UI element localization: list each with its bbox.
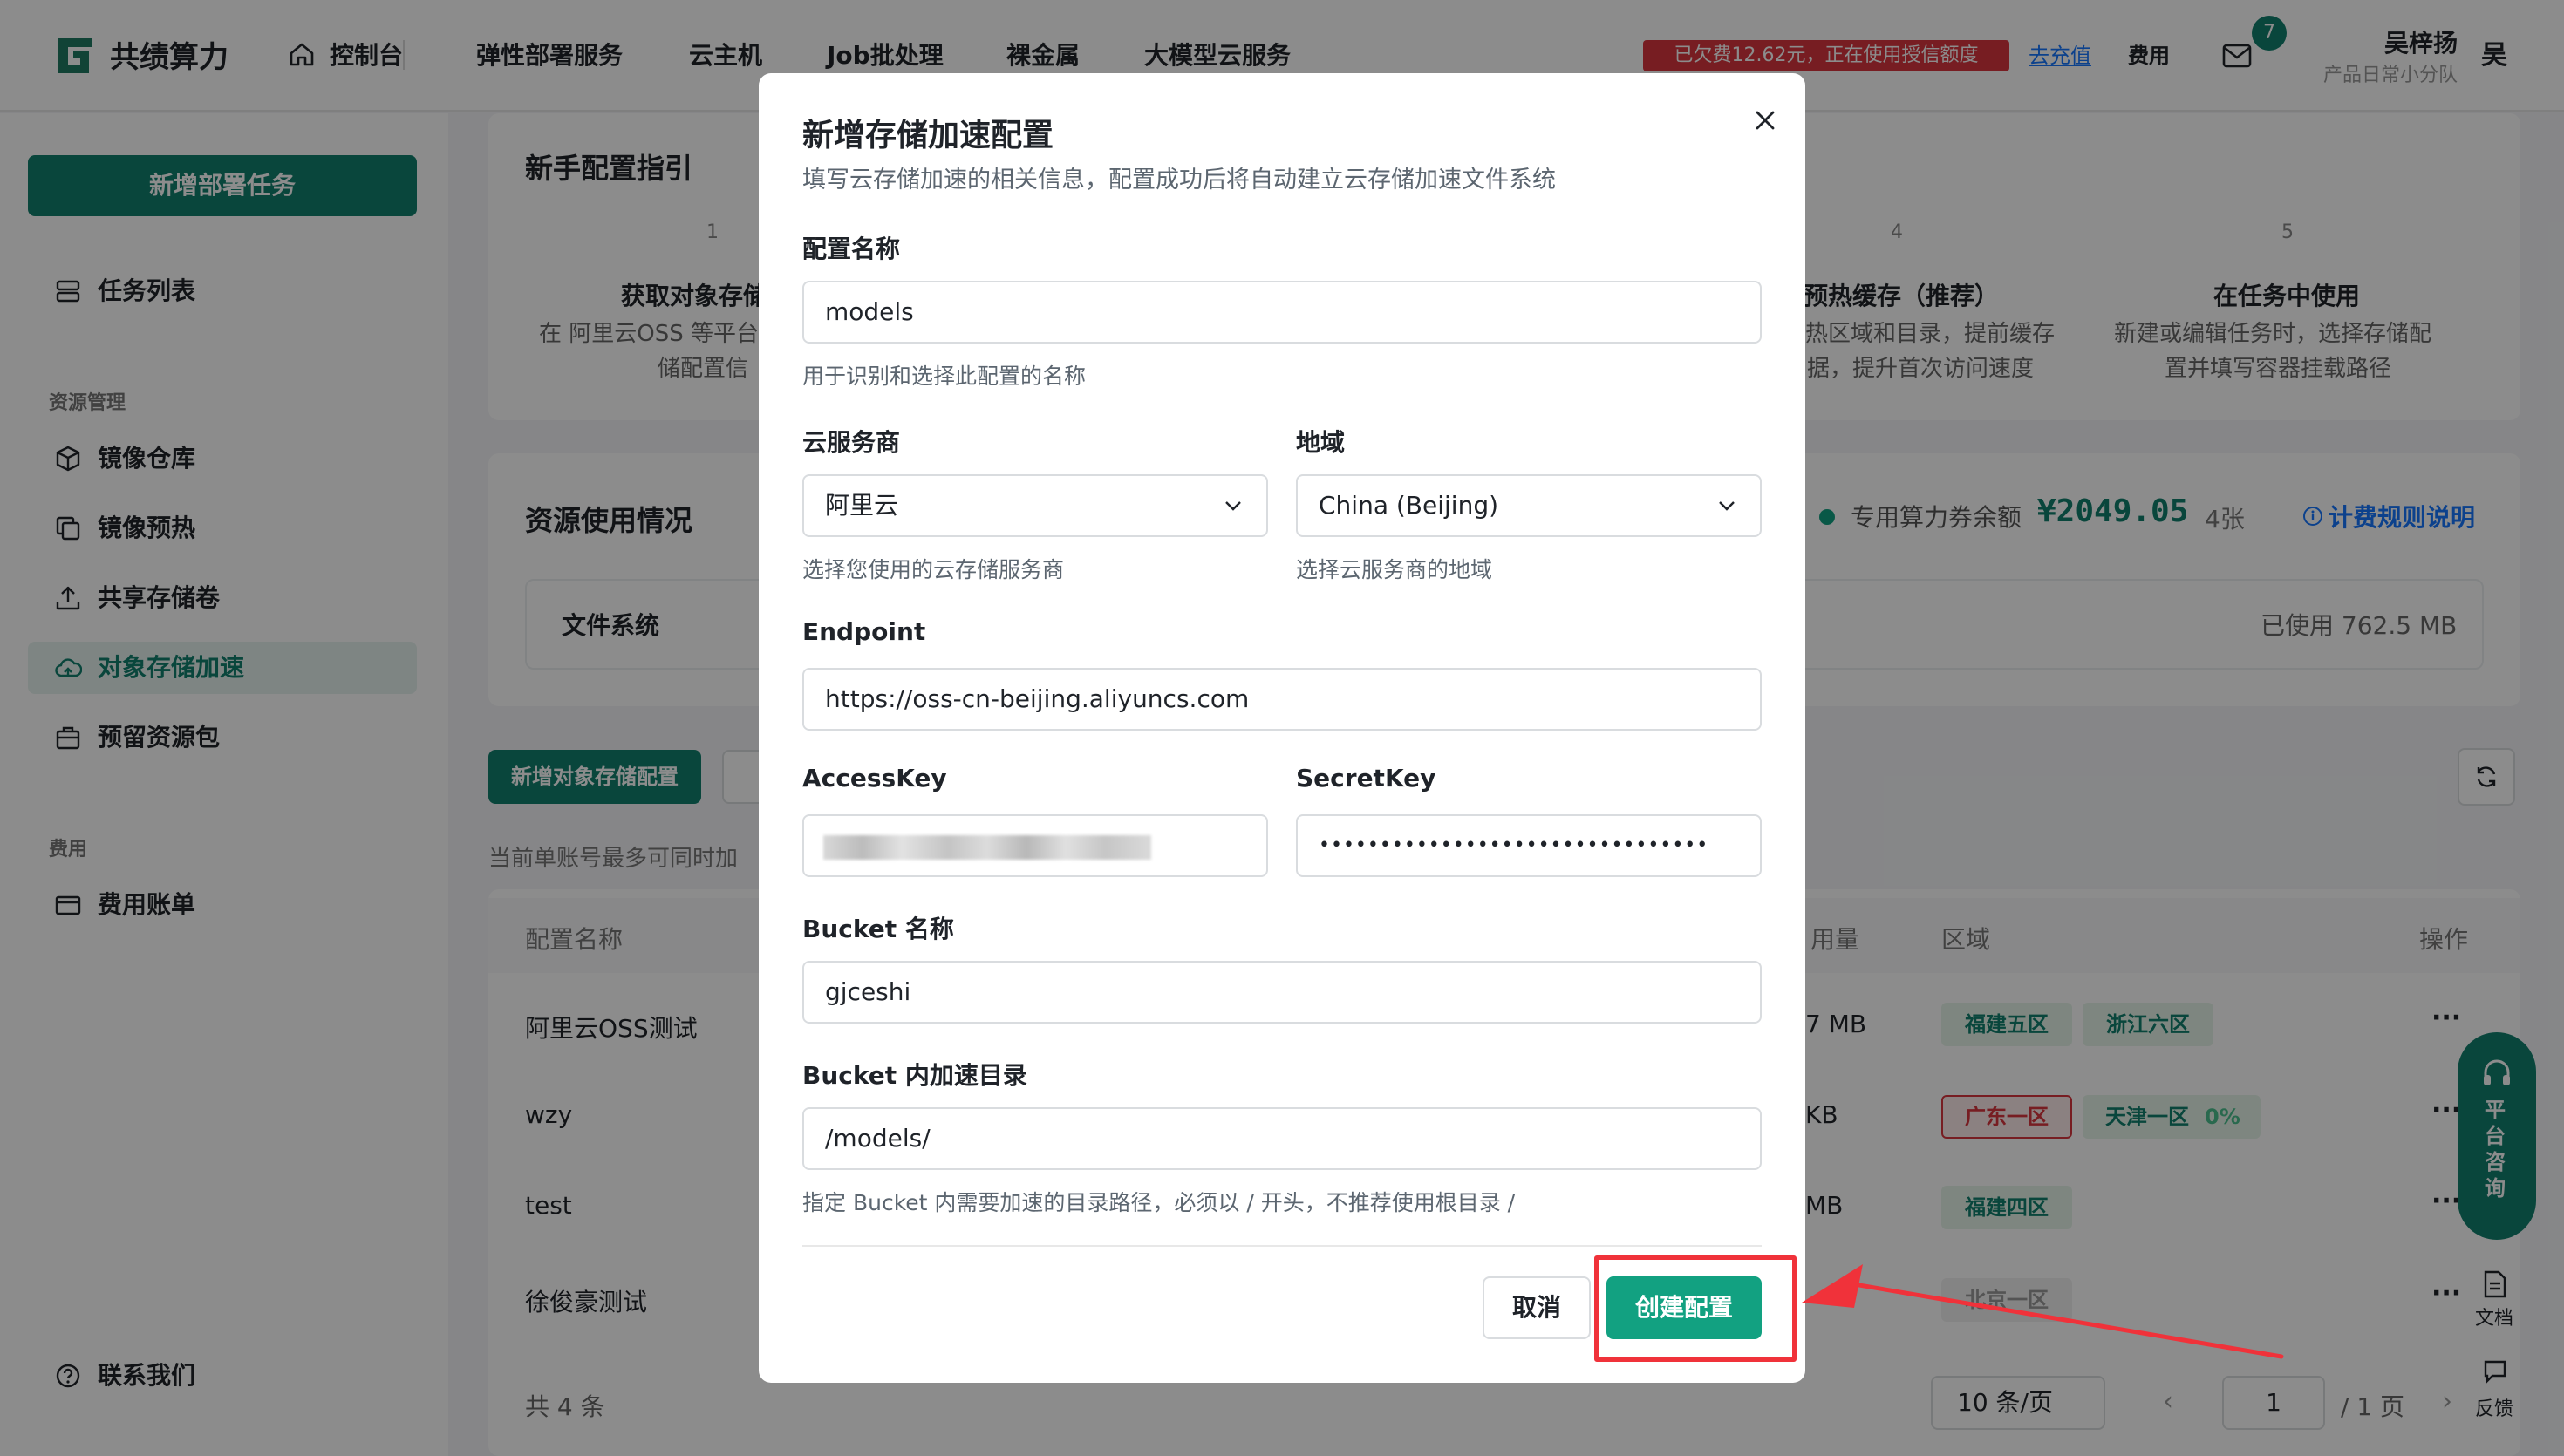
config-name-input[interactable]: models [802, 281, 1762, 344]
arrow-annotation-icon [1802, 1264, 2284, 1359]
bucket-dir-label: Bucket 内加速目录 [802, 1061, 1027, 1090]
dialog-subtitle: 填写云存储加速的相关信息，配置成功后将自动建立云存储加速文件系统 [802, 167, 1556, 194]
region-select-value: China (Beijing) [1319, 491, 1499, 520]
endpoint-label: Endpoint [802, 617, 926, 646]
close-icon[interactable] [1751, 106, 1779, 134]
endpoint-input[interactable]: https://oss-cn-beijing.aliyuncs.com [802, 668, 1762, 731]
region-hint: 选择云服务商的地域 [1296, 557, 1493, 582]
provider-select[interactable]: 阿里云 [802, 474, 1268, 537]
config-name-label: 配置名称 [802, 235, 901, 263]
bucket-name-label: Bucket 名称 [802, 915, 954, 943]
config-name-hint: 用于识别和选择此配置的名称 [802, 364, 1087, 389]
accesskey-input[interactable] [802, 814, 1268, 877]
accesskey-label: AccessKey [802, 764, 947, 793]
region-select[interactable]: China (Beijing) [1296, 474, 1762, 537]
create-storage-accel-dialog: 新增存储加速配置 填写云存储加速的相关信息，配置成功后将自动建立云存储加速文件系… [759, 73, 1805, 1383]
redacted-value [823, 835, 1151, 860]
bucket-dir-hint: 指定 Bucket 内需要加速的目录路径，必须以 / 开头，不推荐使用根目录 / [802, 1190, 1516, 1215]
highlight-annotation [1594, 1255, 1797, 1362]
dialog-title: 新增存储加速配置 [802, 118, 1054, 153]
secretkey-input[interactable]: •••••••••••••••••••••••••••••••• [1296, 814, 1762, 877]
provider-select-value: 阿里云 [825, 491, 899, 520]
dialog-footer-divider [802, 1245, 1762, 1247]
bucket-dir-input[interactable]: /models/ [802, 1107, 1762, 1170]
region-label: 地域 [1296, 428, 1346, 457]
cancel-button[interactable]: 取消 [1483, 1276, 1591, 1339]
provider-label: 云服务商 [802, 428, 901, 457]
chevron-down-icon [1719, 501, 1735, 511]
provider-hint: 选择您使用的云存储服务商 [802, 557, 1065, 582]
bucket-name-input[interactable]: gjceshi [802, 961, 1762, 1024]
secretkey-label: SecretKey [1296, 764, 1436, 793]
chevron-down-icon [1225, 501, 1241, 511]
